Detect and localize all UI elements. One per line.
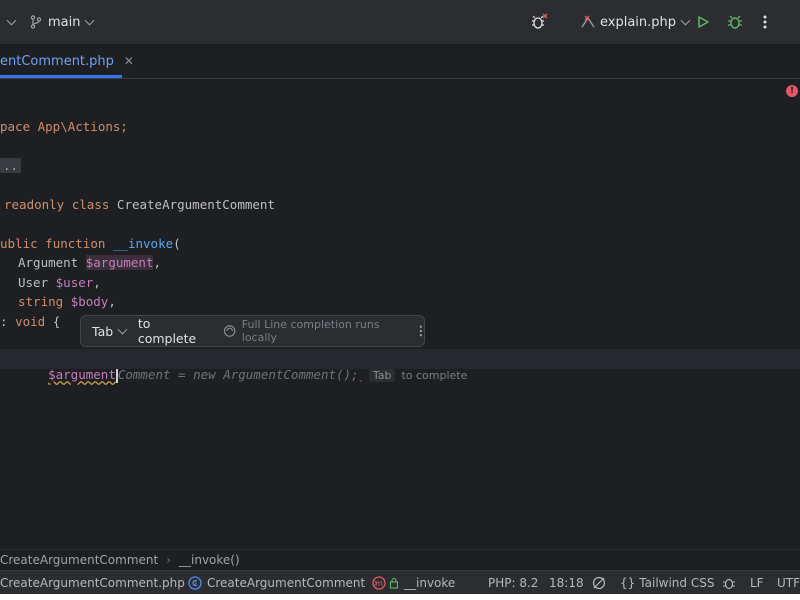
code-line-namespace: pace App\Actions; (0, 119, 128, 134)
code-line-completion: $argument Comment = new ArgumentComment()… (18, 352, 467, 398)
error-squiggle-icon: ˯ (358, 367, 363, 382)
main-toolbar: main explain.php (0, 0, 800, 45)
play-icon (698, 16, 709, 28)
inline-hint-text: to complete (401, 369, 468, 382)
run-config-name: explain.php (600, 14, 677, 30)
status-inspections[interactable] (722, 571, 736, 595)
popup-action: to complete (137, 316, 197, 346)
code-line-function: ublic function __invoke( (0, 236, 181, 251)
code-line-param-argument: Argument $argument, (18, 255, 162, 270)
git-branch-icon (30, 15, 42, 29)
more-vertical-icon[interactable] (418, 324, 424, 338)
breadcrumb: CreateArgumentComment › __invoke() (0, 549, 800, 570)
code-line-param-user: User $user, (18, 275, 101, 290)
typed-text: $argument (48, 367, 116, 382)
branch-name: main (48, 14, 81, 30)
tab-file[interactable]: entComment.php ✕ (0, 44, 134, 78)
more-actions-button[interactable] (762, 0, 768, 44)
class-icon (188, 576, 202, 590)
method-icon: m (372, 576, 386, 590)
status-file[interactable]: CreateArgumentComment.php › (0, 571, 206, 595)
active-tab-indicator (0, 75, 122, 78)
code-editor[interactable]: ! pace App\Actions; .. readonly class Cr… (0, 79, 800, 549)
window-bottom-edge (0, 594, 800, 600)
local-model-icon (223, 325, 235, 337)
status-power-save[interactable] (592, 571, 606, 595)
chevron-down-icon (85, 15, 95, 25)
breadcrumb-method[interactable]: __invoke() (179, 553, 240, 567)
code-line-class: readonly class CreateArgumentComment (4, 197, 275, 212)
status-method[interactable]: m __invoke (372, 571, 455, 595)
tab-label: entComment.php (0, 53, 114, 69)
power-save-icon (592, 576, 606, 590)
chevron-down-icon (680, 15, 691, 25)
status-tailwind[interactable]: {} Tailwind CSS (620, 571, 714, 595)
close-icon[interactable]: ✕ (124, 54, 134, 68)
popup-info: Full Line completion runs locally (241, 318, 380, 344)
chevron-down-icon (6, 15, 17, 25)
more-vertical-icon (763, 15, 767, 29)
status-encoding[interactable]: UTF (777, 571, 800, 595)
folded-region[interactable]: .. (0, 158, 22, 173)
debug-button[interactable] (727, 0, 743, 44)
braces-icon: {} (620, 576, 636, 590)
status-bar: CreateArgumentComment.php › CreateArgume… (0, 570, 800, 595)
error-indicator-icon[interactable]: ! (786, 85, 798, 97)
lock-icon (389, 577, 399, 589)
breadcrumb-class[interactable]: CreateArgumentComment (0, 553, 158, 567)
bug-error-icon (532, 13, 548, 29)
bug-icon (728, 15, 742, 29)
popup-key-tab[interactable]: Tab (92, 324, 113, 339)
svg-text:m: m (375, 579, 383, 588)
completion-popup[interactable]: Tab to complete Full Line completion run… (80, 315, 425, 347)
branch-selector[interactable]: main (30, 0, 95, 44)
status-class[interactable]: CreateArgumentComment › (188, 571, 386, 595)
code-line-folded-imports[interactable]: .. (0, 158, 22, 173)
run-button[interactable] (696, 0, 710, 44)
run-config-selector[interactable]: explain.php (580, 0, 691, 44)
code-line-return-type: : void { (0, 314, 61, 329)
code-line-param-body: string $body, (18, 294, 116, 309)
editor-tab-bar: entComment.php ✕ (0, 44, 800, 79)
project-menu-chevron[interactable] (2, 0, 17, 44)
inline-hint-key: Tab (368, 369, 396, 382)
inline-completion-ghost: Comment = new ArgumentComment(); (117, 367, 359, 382)
status-php-version[interactable]: PHP: 8.2 (488, 571, 538, 595)
bug-icon (723, 578, 735, 590)
chevron-down-icon[interactable] (117, 324, 128, 334)
breadcrumb-separator: › (166, 553, 172, 567)
debug-stop-button[interactable] (530, 0, 548, 44)
php-file-icon (581, 15, 595, 28)
status-line-separator[interactable]: LF (750, 571, 764, 595)
status-caret-position[interactable]: 18:18 (549, 571, 584, 595)
